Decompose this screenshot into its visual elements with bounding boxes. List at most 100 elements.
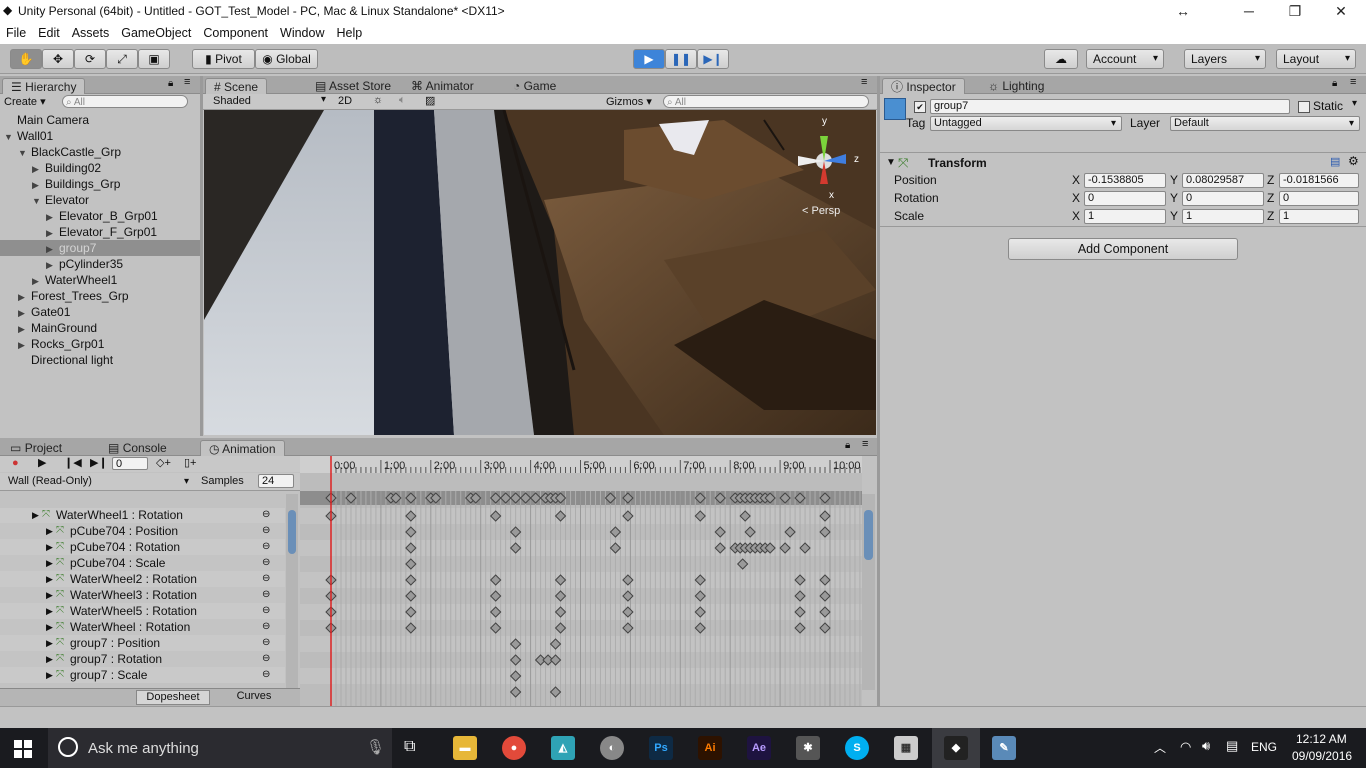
track-arrow-icon[interactable]: ▶ — [46, 651, 53, 667]
file-explorer-icon[interactable]: ▬ — [453, 736, 477, 760]
help-book-icon[interactable]: ▤ — [1330, 155, 1340, 168]
animation-track[interactable]: ▶ ⤧ WaterWheel5 : Rotation ⊖ — [0, 603, 285, 619]
hierarchy-item[interactable]: ▼ Wall01 — [0, 128, 200, 144]
animation-track[interactable]: ▶ ⤧ pCube704 : Position ⊖ — [0, 523, 285, 539]
gizmos-dropdown[interactable]: Gizmos ▾ — [606, 95, 652, 108]
scrollbar-thumb[interactable] — [288, 510, 296, 554]
hierarchy-item[interactable]: Directional light — [0, 352, 200, 368]
samples-input[interactable]: 24 — [258, 474, 294, 488]
collapse-arrow-icon[interactable]: ▶ — [46, 241, 56, 257]
hierarchy-item[interactable]: ▼ Elevator — [0, 192, 200, 208]
active-checkbox[interactable]: ✔ — [914, 101, 926, 113]
clock-time[interactable]: 12:12 AM — [1296, 732, 1347, 746]
lock-icon[interactable]: 🔒︎ — [845, 440, 850, 451]
track-toggle-icon[interactable]: ⊖ — [262, 651, 270, 667]
tab-animation[interactable]: ◷ Animation — [200, 440, 285, 456]
paint-icon[interactable]: ✎ — [992, 736, 1016, 760]
collapse-arrow-icon[interactable]: ▶ — [46, 225, 56, 241]
hierarchy-item[interactable]: ▶ WaterWheel1 — [0, 272, 200, 288]
layout-dropdown[interactable]: Layout — [1276, 49, 1356, 69]
track-toggle-icon[interactable]: ⊖ — [262, 571, 270, 587]
animation-track[interactable]: ▶ ⤧ WaterWheel2 : Rotation ⊖ — [0, 571, 285, 587]
panel-menu-icon[interactable]: ≡ — [862, 438, 868, 450]
track-arrow-icon[interactable]: ▶ — [46, 539, 53, 555]
static-dropdown-icon[interactable]: ▾ — [1352, 98, 1357, 109]
track-toggle-icon[interactable]: ⊖ — [262, 667, 270, 683]
account-dropdown[interactable]: Account — [1086, 49, 1164, 69]
animation-track[interactable]: ▶ ⤧ WaterWheel1 : Rotation ⊖ — [0, 508, 285, 523]
collapse-arrow-icon[interactable]: ▶ — [18, 337, 28, 353]
transform-y-input[interactable]: 0.08029587 — [1182, 173, 1264, 188]
transform-z-input[interactable]: -0.0181566 — [1279, 173, 1359, 188]
track-toggle-icon[interactable]: ⊖ — [262, 539, 270, 555]
scene-gizmo[interactable]: y z x — [784, 116, 864, 206]
tab-lighting[interactable]: ☼ Lighting — [980, 78, 1052, 94]
collapse-arrow-icon[interactable]: ▶ — [18, 289, 28, 305]
animation-track[interactable]: ▶ ⤧ group7 : Scale ⊖ — [0, 667, 285, 683]
task-view-icon[interactable]: ⧉ — [404, 738, 415, 756]
dopesheet[interactable]: 0:00 1:00 2:00 3:00 4:00 5:00 6:00 7:00 8:00 9:00… — [300, 456, 862, 706]
tab-game[interactable]: ◔ Game — [505, 78, 564, 94]
panel-menu-icon[interactable]: ≡ — [1350, 76, 1356, 88]
object-name-input[interactable]: group7 — [930, 99, 1290, 114]
track-arrow-icon[interactable]: ▶ — [46, 571, 53, 587]
tab-project[interactable]: ▭ Project — [2, 440, 70, 456]
next-key-icon[interactable]: ▶❙ — [90, 456, 108, 469]
scene-search-input[interactable]: ⌕ All — [663, 95, 869, 108]
network-icon[interactable]: ◠ — [1180, 739, 1191, 755]
prev-key-icon[interactable]: ❙◀ — [64, 456, 82, 469]
hierarchy-item[interactable]: ▶ group7 — [0, 240, 200, 256]
track-scrollbar[interactable] — [286, 494, 298, 689]
transform-z-input[interactable]: 1 — [1279, 209, 1359, 224]
lighting-toggle-icon[interactable]: ☼ — [373, 94, 383, 106]
language-indicator[interactable]: ENG — [1251, 740, 1277, 754]
scale-tool-icon[interactable]: ⤢ — [106, 49, 138, 69]
cortana-search-box[interactable]: Ask me anything 🎙︎ — [48, 728, 392, 768]
move-tool-icon[interactable]: ✥ — [42, 49, 74, 69]
collapse-arrow-icon[interactable]: ▶ — [18, 321, 28, 337]
track-toggle-icon[interactable]: ⊖ — [262, 635, 270, 651]
cloud-icon[interactable]: ☁ — [1044, 49, 1078, 69]
skype-icon[interactable]: S — [845, 736, 869, 760]
scene-viewport[interactable]: y z x < Persp — [204, 110, 876, 435]
scene-menu-icon[interactable]: ≡ — [861, 76, 867, 88]
menu-window[interactable]: Window — [274, 24, 330, 40]
chevron-up-icon[interactable]: ︿ — [1154, 739, 1166, 756]
add-event-icon[interactable]: ▯+ — [184, 456, 196, 469]
hierarchy-item[interactable]: ▶ Buildings_Grp — [0, 176, 200, 192]
tab-hierarchy[interactable]: ☰ Hierarchy — [2, 78, 86, 94]
lock-icon[interactable]: 🔒︎ — [168, 78, 173, 89]
track-arrow-icon[interactable]: ▶ — [46, 635, 53, 651]
tab-animator[interactable]: ⌘ Animator — [403, 78, 482, 94]
hierarchy-item[interactable]: ▶ Building02 — [0, 160, 200, 176]
photoshop-icon[interactable]: Ps — [649, 736, 673, 760]
tab-inspector[interactable]: ⓘ Inspector — [882, 78, 965, 94]
hierarchy-item[interactable]: ▶ Forest_Trees_Grp — [0, 288, 200, 304]
curves-tab[interactable]: Curves — [214, 690, 294, 705]
app-figure-icon[interactable]: ✱ — [796, 736, 820, 760]
rect-tool-icon[interactable]: ▣ — [138, 49, 170, 69]
collapse-arrow-icon[interactable]: ▶ — [46, 257, 56, 273]
pivot-toggle[interactable]: ▮ Pivot — [192, 49, 255, 69]
app-icon[interactable]: ◭ — [551, 736, 575, 760]
mode-2d-toggle[interactable]: 2D — [338, 95, 352, 107]
hierarchy-search-input[interactable]: ⌕ All — [62, 95, 188, 108]
menu-file[interactable]: File — [0, 24, 32, 40]
collapse-arrow-icon[interactable]: ▶ — [46, 209, 56, 225]
expand-arrow-icon[interactable]: ▼ — [32, 193, 42, 209]
hierarchy-item[interactable]: ▶ Gate01 — [0, 304, 200, 320]
track-toggle-icon[interactable]: ⊖ — [262, 619, 270, 635]
track-arrow-icon[interactable]: ▶ — [46, 587, 53, 603]
dopesheet-scrollbar[interactable] — [862, 494, 875, 690]
hierarchy-item[interactable]: ▶ MainGround — [0, 320, 200, 336]
hierarchy-item[interactable]: ▼ BlackCastle_Grp — [0, 144, 200, 160]
shading-dropdown[interactable]: Shaded — [213, 95, 251, 107]
track-arrow-icon[interactable]: ▶ — [46, 667, 53, 683]
app-globe-icon[interactable]: ◐ — [600, 736, 624, 760]
hand-tool-icon[interactable]: ✋ — [10, 49, 42, 69]
animation-track[interactable]: ▶ ⤧ WaterWheel3 : Rotation ⊖ — [0, 587, 285, 603]
hierarchy-item[interactable]: Main Camera — [0, 112, 200, 128]
volume-icon[interactable]: 🔊︎ — [1202, 738, 1210, 754]
layer-dropdown[interactable]: Default — [1170, 116, 1360, 131]
play-icon[interactable]: ▶ — [38, 456, 46, 469]
